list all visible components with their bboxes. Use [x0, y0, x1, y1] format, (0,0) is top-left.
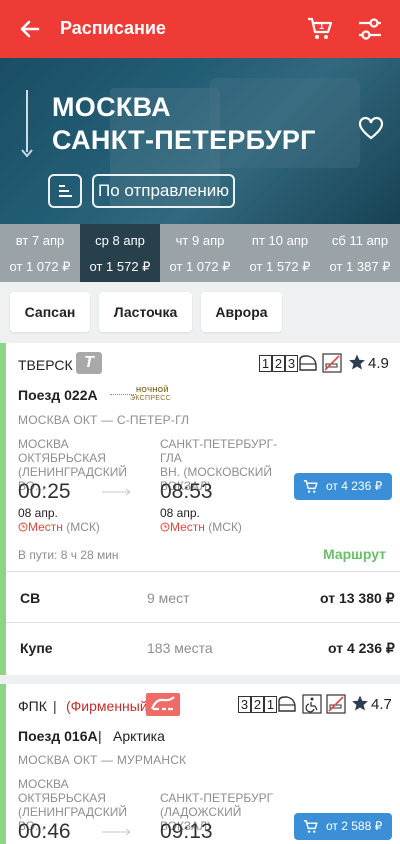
departure-date: 08 апр. [18, 506, 58, 520]
filter-chip-lastochka[interactable]: Ласточка [99, 292, 192, 332]
date-tab-selected[interactable]: ср 8 апр от 1 572 ₽ [80, 224, 160, 282]
train-name: Арктика [113, 728, 165, 744]
seat-price: от 13 380 ₽ [320, 590, 395, 606]
seat-count: 9 мест [147, 590, 190, 606]
buy-price-button[interactable]: от 2 588 ₽ [294, 813, 392, 840]
clock-icon [18, 522, 28, 532]
class-3-icon: 3 [285, 355, 298, 372]
train-icon [299, 355, 317, 371]
seat-count: 183 места [147, 640, 213, 656]
arrival-time: 09:13 [160, 820, 213, 843]
seat-row[interactable]: Купе 183 места от 4 236 ₽ [6, 623, 400, 673]
clock-icon [160, 522, 170, 532]
date-price: от 1 072 ₽ [9, 259, 71, 274]
filter-chip-sapsan[interactable]: Сапсан [10, 292, 90, 332]
date-label: вт 7 апр [15, 233, 65, 248]
price-label: от 4 236 ₽ [326, 479, 383, 493]
favorite-heart-icon[interactable] [358, 116, 384, 142]
star-icon [352, 695, 368, 711]
date-selector: вт 7 апр от 1 072 ₽ ср 8 апр от 1 572 ₽ … [0, 224, 400, 282]
arrow-right-icon [102, 488, 131, 496]
arrival-date: 08 апр. [160, 506, 200, 520]
departure-city: МОСКВА [52, 92, 171, 122]
brand-logo-line: ЭКСПРЕСС [130, 395, 171, 402]
back-arrow-icon[interactable] [18, 17, 42, 41]
app-header: Расписание 1 [0, 0, 400, 58]
filter-settings-icon[interactable] [356, 15, 384, 43]
departure-time: 00:25 [18, 480, 71, 503]
filter-chip-avrora[interactable]: Аврора [201, 292, 282, 332]
route-hero: МОСКВА САНКТ-ПЕТЕРБУРГ По отправлению [0, 58, 400, 224]
date-price: от 1 387 ₽ [329, 259, 391, 274]
cart-count: 1 [319, 21, 324, 31]
train-card[interactable]: ТВЕРСК Т 1 2 3 4.9 Поезд 022А НОЧНОЙ ЭКС… [0, 343, 400, 675]
sort-by-departure-button[interactable]: По отправлению [92, 174, 235, 208]
arrival-local-time: Местн (МСК) [160, 520, 242, 534]
no-smoking-icon [322, 353, 342, 373]
departure-local-time: Местн (МСК) [18, 520, 100, 534]
page-title: Расписание [60, 18, 166, 38]
date-tab[interactable]: чт 9 апр от 1 072 ₽ [160, 224, 240, 282]
train-icon [278, 696, 296, 712]
route-direction-line [26, 90, 28, 152]
seat-row[interactable]: СВ 9 мест от 13 380 ₽ [6, 572, 400, 622]
class-1-icon: 1 [259, 355, 272, 372]
date-label: пт 10 апр [251, 233, 309, 248]
name-separator: | [98, 728, 102, 744]
carrier-logo: Т [76, 352, 102, 374]
train-card[interactable]: ФПК | (Фирменный) 3 2 1 4.7 Поезд 016А |… [0, 684, 400, 844]
date-label: чт 9 апр [175, 233, 225, 248]
date-tab[interactable]: вт 7 апр от 1 072 ₽ [0, 224, 80, 282]
class-3-icon: 3 [238, 696, 251, 713]
no-smoking-icon [326, 694, 346, 714]
arrival-time: 08:53 [160, 480, 213, 503]
carrier-name: ФПК [18, 698, 47, 714]
date-label: ср 8 апр [95, 233, 145, 248]
train-route: МОСКВА ОКТ — С-ПЕТЕР-ГЛ [18, 413, 190, 427]
price-label: от 2 588 ₽ [326, 819, 383, 833]
buy-price-button[interactable]: от 4 236 ₽ [294, 473, 392, 500]
firm-label: (Фирменный) [66, 698, 153, 714]
date-price: от 1 572 ₽ [89, 259, 151, 274]
carrier-name: ТВЕРСК [18, 357, 73, 373]
train-number: Поезд 022А [18, 387, 98, 403]
star-icon [349, 354, 365, 370]
date-price: от 1 072 ₽ [169, 259, 231, 274]
seat-price: от 4 236 ₽ [328, 640, 395, 656]
arrow-down-icon [21, 149, 33, 158]
accessibility-icon [302, 694, 322, 714]
train-rating: 4.9 [368, 355, 389, 372]
brand-logo-line: НОЧНОЙ [136, 387, 169, 394]
class-2-icon: 2 [251, 696, 264, 713]
train-number: Поезд 016А [18, 728, 98, 744]
seat-type: Купе [20, 640, 53, 656]
train-route: МОСКВА ОКТ — МУРМАНСК [18, 753, 187, 767]
cart-icon [303, 480, 318, 493]
arrow-right-icon [102, 828, 131, 836]
night-express-logo: НОЧНОЙ ЭКСПРЕСС [110, 387, 182, 403]
train-rating: 4.7 [371, 696, 392, 713]
date-tab[interactable]: пт 10 апр от 1 572 ₽ [240, 224, 320, 282]
arrival-city: САНКТ-ПЕТЕРБУРГ [52, 125, 316, 155]
travel-duration: В пути: 8 ч 28 мин [18, 548, 119, 562]
departure-time: 00:46 [18, 820, 71, 843]
date-tab[interactable]: сб 11 апр от 1 387 ₽ [320, 224, 400, 282]
sort-lines-icon [59, 185, 72, 197]
cart-icon[interactable]: 1 [306, 14, 334, 42]
rzd-logo-icon [146, 693, 180, 716]
sort-order-button[interactable] [48, 174, 82, 208]
cart-icon [303, 820, 318, 833]
seat-type: СВ [20, 590, 41, 606]
carrier-separator: | [53, 698, 57, 714]
date-label: сб 11 апр [331, 233, 389, 248]
class-1-icon: 1 [264, 696, 277, 713]
route-link[interactable]: Маршрут [323, 546, 386, 562]
date-price: от 1 572 ₽ [249, 259, 311, 274]
class-2-icon: 2 [272, 355, 285, 372]
